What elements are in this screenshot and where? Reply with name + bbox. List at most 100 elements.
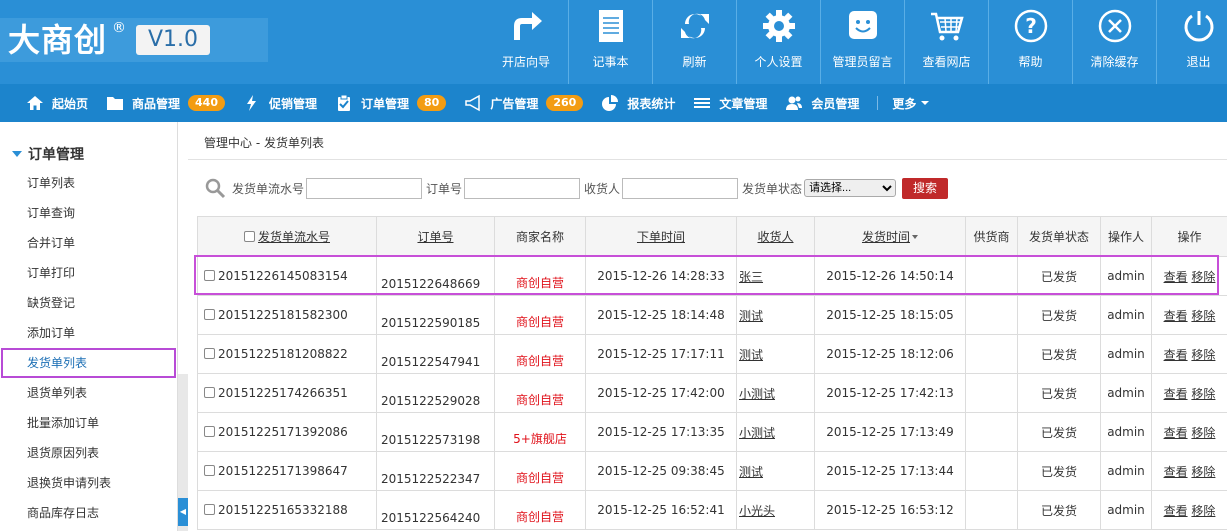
sidebar-item[interactable]: 退货单列表 (0, 378, 178, 408)
list-lines-icon (694, 98, 711, 108)
topnav-label: 刷新 (682, 55, 707, 69)
view-link[interactable]: 查看 (1164, 465, 1188, 479)
header-label: 供货商 (973, 230, 1010, 244)
col-consignee[interactable]: 收货人 (736, 216, 815, 257)
cell-order-sn: 2015122590185 (376, 295, 495, 335)
remove-link[interactable]: 移除 (1191, 504, 1215, 518)
remove-link[interactable]: 移除 (1191, 387, 1215, 401)
col-order-time[interactable]: 下单时间 (585, 216, 737, 257)
folder-icon (107, 97, 124, 110)
cell-consignee[interactable]: 测试 (736, 295, 815, 335)
nav-label: 促销管理 (269, 96, 318, 111)
order-sn-input[interactable] (464, 177, 581, 199)
cell-operator: admin (1100, 451, 1152, 491)
cell-order-sn: 2015122522347 (376, 451, 495, 491)
row-checkbox[interactable] (204, 504, 215, 515)
sidebar-item[interactable]: 退货原因列表 (0, 438, 178, 468)
topnav-view-store[interactable]: 查看网店 (904, 0, 988, 84)
header-label: 订单号 (417, 230, 454, 244)
delivery-sn: 20151226145083154 (218, 269, 348, 283)
sidebar-item[interactable]: 退换货申请列表 (0, 468, 178, 498)
topnav-clear-cache[interactable]: 清除缓存 (1072, 0, 1156, 84)
nav-label: 文章管理 (719, 96, 768, 111)
cell-consignee[interactable]: 小光头 (736, 490, 815, 530)
cell-consignee[interactable]: 测试 (736, 451, 815, 491)
pie-chart-icon (602, 95, 619, 111)
sidebar-collapse-button[interactable]: ◀ (178, 498, 188, 526)
cell-delivery-sn: 20151225181208822 (197, 334, 377, 374)
delivery-sn: 20151225174266351 (218, 386, 348, 400)
cell-consignee[interactable]: 小测试 (736, 373, 815, 413)
delivery-sn-input[interactable] (306, 177, 423, 199)
col-order-sn[interactable]: 订单号 (376, 216, 495, 257)
topnav-logout[interactable]: 退出 (1156, 0, 1227, 84)
row-checkbox[interactable] (204, 426, 215, 437)
nav-ads[interactable]: 广告管理 260 (464, 84, 584, 122)
header-label: 收货人 (757, 230, 794, 244)
cell-shop: 商创自营 (494, 373, 586, 413)
topnav-personal-settings[interactable]: 个人设置 (736, 0, 820, 84)
cell-ship-time: 2015-12-25 17:13:44 (814, 451, 966, 491)
view-link[interactable]: 查看 (1164, 270, 1188, 284)
search-button[interactable]: 搜索 (902, 177, 949, 199)
cell-consignee[interactable]: 测试 (736, 334, 815, 374)
remove-link[interactable]: 移除 (1191, 465, 1215, 479)
row-checkbox[interactable] (204, 270, 215, 281)
cell-order-time: 2015-12-25 17:42:00 (585, 373, 737, 413)
nav-members[interactable]: 会员管理 (785, 84, 859, 122)
sidebar-item[interactable]: 商品库存日志 (0, 498, 178, 528)
nav-reports[interactable]: 报表统计 (601, 84, 675, 122)
col-delivery-sn[interactable]: 发货单流水号 (197, 216, 377, 257)
cell-shop: 商创自营 (494, 295, 586, 335)
header-label: 发货单状态 (1028, 230, 1089, 244)
view-link[interactable]: 查看 (1164, 387, 1188, 401)
topnav-store-wizard[interactable]: 开店向导 (484, 0, 568, 84)
cell-status: 已发货 (1017, 373, 1101, 413)
status-select[interactable]: 请选择... (804, 179, 897, 197)
view-link[interactable]: 查看 (1164, 309, 1188, 323)
cell-actions: 查看 移除 (1151, 373, 1227, 413)
sidebar-item[interactable]: 批量添加订单 (0, 408, 178, 438)
sidebar-item[interactable]: 订单列表 (0, 168, 178, 198)
view-link[interactable]: 查看 (1164, 504, 1188, 518)
topnav-admin-message[interactable]: 管理员留言 (820, 0, 904, 84)
view-link[interactable]: 查看 (1164, 348, 1188, 362)
cell-operator: admin (1100, 295, 1152, 335)
sidebar-item[interactable]: 订单打印 (0, 258, 178, 288)
nav-home[interactable]: 起始页 (26, 84, 88, 122)
remove-link[interactable]: 移除 (1191, 348, 1215, 362)
nav-more[interactable]: 更多 (892, 84, 930, 122)
row-checkbox[interactable] (204, 309, 215, 320)
topnav-label: 开店向导 (501, 55, 550, 69)
sidebar-section-orders[interactable]: 订单管理 (12, 144, 84, 164)
row-checkbox[interactable] (204, 387, 215, 398)
breadcrumb-root[interactable]: 管理中心 (204, 136, 252, 150)
select-all-checkbox[interactable] (243, 231, 255, 242)
consignee-input[interactable] (622, 177, 739, 199)
sidebar-item[interactable]: 缺货登记 (0, 288, 178, 318)
remove-link[interactable]: 移除 (1191, 309, 1215, 323)
remove-link[interactable]: 移除 (1191, 426, 1215, 440)
topnav-notepad[interactable]: 记事本 (568, 0, 652, 84)
topnav-refresh[interactable]: 刷新 (652, 0, 736, 84)
nav-orders[interactable]: 订单管理 80 (335, 84, 447, 122)
col-ship-time[interactable]: 发货时间 (814, 216, 966, 257)
row-checkbox[interactable] (204, 348, 215, 359)
table-row: 20151226145083154 2015122648669 商创自营 2015-1… (197, 256, 1227, 296)
megaphone-icon (465, 94, 481, 112)
view-link[interactable]: 查看 (1164, 426, 1188, 440)
sidebar-item[interactable]: 合并订单 (0, 228, 178, 258)
sidebar-item[interactable]: 订单查询 (0, 198, 178, 228)
row-checkbox[interactable] (204, 465, 215, 476)
nav-articles[interactable]: 文章管理 (693, 84, 767, 122)
topnav-help[interactable]: ? 帮助 (988, 0, 1072, 84)
nav-promotions[interactable]: 促销管理 (243, 84, 317, 122)
nav-goods[interactable]: 商品管理 440 (106, 84, 225, 122)
remove-link[interactable]: 移除 (1191, 270, 1215, 284)
sidebar-item[interactable]: 添加订单 (0, 318, 178, 348)
cell-consignee[interactable]: 小测试 (736, 412, 815, 452)
logo-text: 大商创 (8, 21, 108, 59)
sidebar-item[interactable]: 发货单列表 (1, 348, 176, 378)
cell-ship-time: 2015-12-25 16:53:12 (814, 490, 966, 530)
cell-consignee[interactable]: 张三 (736, 256, 815, 296)
